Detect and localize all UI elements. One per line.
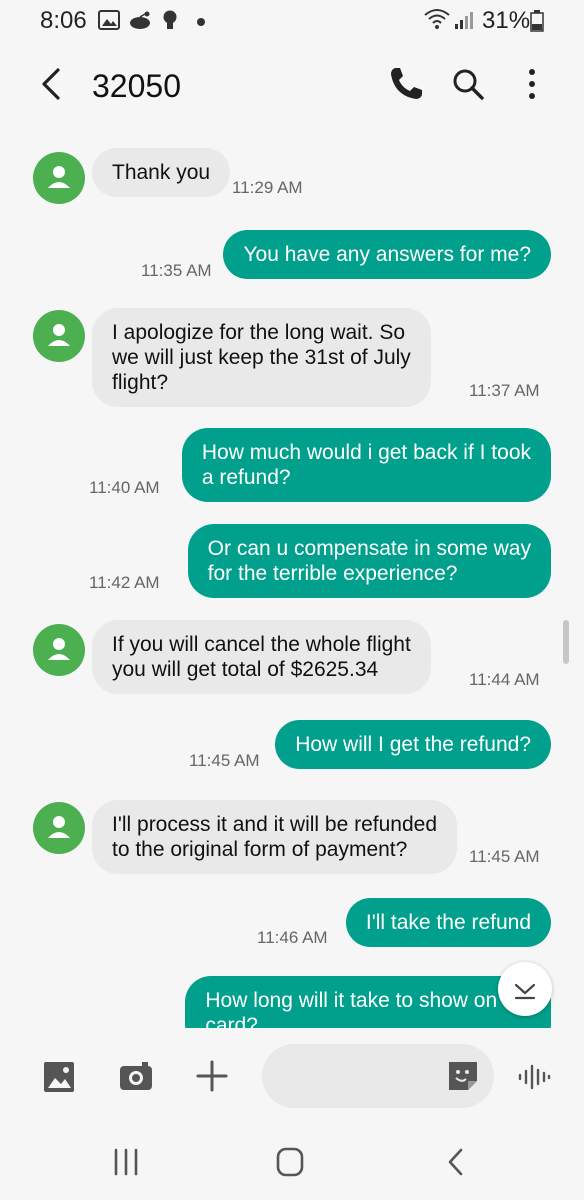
- scroll-to-bottom-button[interactable]: [498, 962, 552, 1016]
- battery-percent: 31%: [482, 7, 531, 34]
- outgoing-message[interactable]: I'll take the refund: [345, 898, 551, 947]
- back-icon[interactable]: [436, 1144, 476, 1180]
- dot-icon: [196, 14, 206, 32]
- gallery-icon[interactable]: [40, 1058, 78, 1096]
- contact-title: 32050: [92, 68, 181, 104]
- message-text: you will get total of $2625.34: [112, 658, 379, 681]
- message-time: 11:35 AM: [141, 261, 212, 280]
- message-time: 11:46 AM: [257, 928, 328, 947]
- message-time: 11:37 AM: [469, 381, 540, 400]
- message-text: If you will cancel the whole flight: [112, 633, 411, 656]
- message-text: a refund?: [201, 466, 291, 489]
- gallery-icon: [98, 10, 120, 35]
- message-time: 11:40 AM: [89, 478, 160, 497]
- message-text: we will just keep the 31st of July: [112, 346, 411, 369]
- message-text: How much would i get back if I took: [201, 441, 531, 464]
- message-list[interactable]: Thank you 11:29 AM You have any answers …: [0, 130, 584, 1028]
- more-vert-icon[interactable]: [512, 62, 552, 106]
- back-arrow-icon[interactable]: [30, 62, 74, 106]
- wifi-icon: [424, 8, 450, 35]
- message-text: I'll take the refund: [365, 911, 531, 934]
- contact-avatar[interactable]: [33, 310, 85, 362]
- incoming-message[interactable]: I apologize for the long wait. So we wil…: [92, 308, 431, 407]
- message-time: 11:45 AM: [189, 751, 260, 770]
- reddit-icon: [128, 10, 152, 35]
- outgoing-message[interactable]: You have any answers for me?: [223, 230, 551, 279]
- message-time: 11:44 AM: [469, 670, 540, 689]
- outgoing-message[interactable]: How will I get the refund?: [275, 720, 551, 769]
- outgoing-message[interactable]: How long will it take to show on my card…: [185, 976, 551, 1028]
- signal-icon: [454, 10, 476, 35]
- message-text: to the original form of payment?: [112, 838, 408, 861]
- message-input-container[interactable]: [262, 1044, 494, 1108]
- message-text: You have any answers for me?: [243, 243, 531, 266]
- message-text: How will I get the refund?: [295, 733, 531, 756]
- camera-icon[interactable]: [116, 1058, 156, 1096]
- battery-icon: [530, 10, 544, 37]
- home-icon[interactable]: [270, 1144, 310, 1180]
- bulb-icon: [162, 10, 178, 37]
- status-time: 8:06: [40, 7, 87, 34]
- search-icon[interactable]: [446, 62, 490, 106]
- composer-bar: [0, 1028, 584, 1124]
- message-text: flight?: [112, 371, 169, 394]
- message-text: I'll process it and it will be refunded: [112, 813, 438, 836]
- message-text: I apologize for the long wait. So: [112, 321, 406, 344]
- conversation-header: 32050: [0, 42, 584, 130]
- scrollbar[interactable]: [563, 620, 569, 664]
- sticker-icon[interactable]: [446, 1059, 480, 1093]
- message-time: 11:42 AM: [89, 573, 160, 592]
- phone-icon[interactable]: [384, 62, 428, 106]
- contact-avatar[interactable]: [33, 802, 85, 854]
- message-text: Or can u compensate in some way: [207, 537, 531, 560]
- message-time: 11:29 AM: [232, 178, 303, 197]
- incoming-message[interactable]: I'll process it and it will be refunded …: [92, 800, 458, 874]
- message-text: for the terrible experience?: [207, 562, 458, 585]
- message-text: How long will it take to show on my: [205, 989, 531, 1012]
- message-input[interactable]: [284, 1058, 434, 1094]
- incoming-message[interactable]: Thank you: [92, 148, 231, 197]
- status-bar: 8:06 31%: [0, 0, 584, 42]
- chevron-down-icon: [514, 983, 536, 1000]
- contact-avatar[interactable]: [33, 624, 85, 676]
- outgoing-message[interactable]: Or can u compensate in some way for the …: [187, 524, 551, 598]
- voice-icon[interactable]: [514, 1058, 554, 1096]
- recents-icon[interactable]: [106, 1144, 146, 1180]
- contact-avatar[interactable]: [33, 152, 85, 204]
- incoming-message[interactable]: If you will cancel the whole flight you …: [92, 620, 431, 694]
- message-text: card?: [205, 1014, 258, 1028]
- outgoing-message[interactable]: How much would i get back if I took a re…: [181, 428, 551, 502]
- message-text: Thank you: [112, 161, 211, 184]
- message-time: 11:45 AM: [469, 847, 540, 866]
- system-nav-bar: [0, 1124, 584, 1200]
- plus-icon[interactable]: [192, 1056, 232, 1096]
